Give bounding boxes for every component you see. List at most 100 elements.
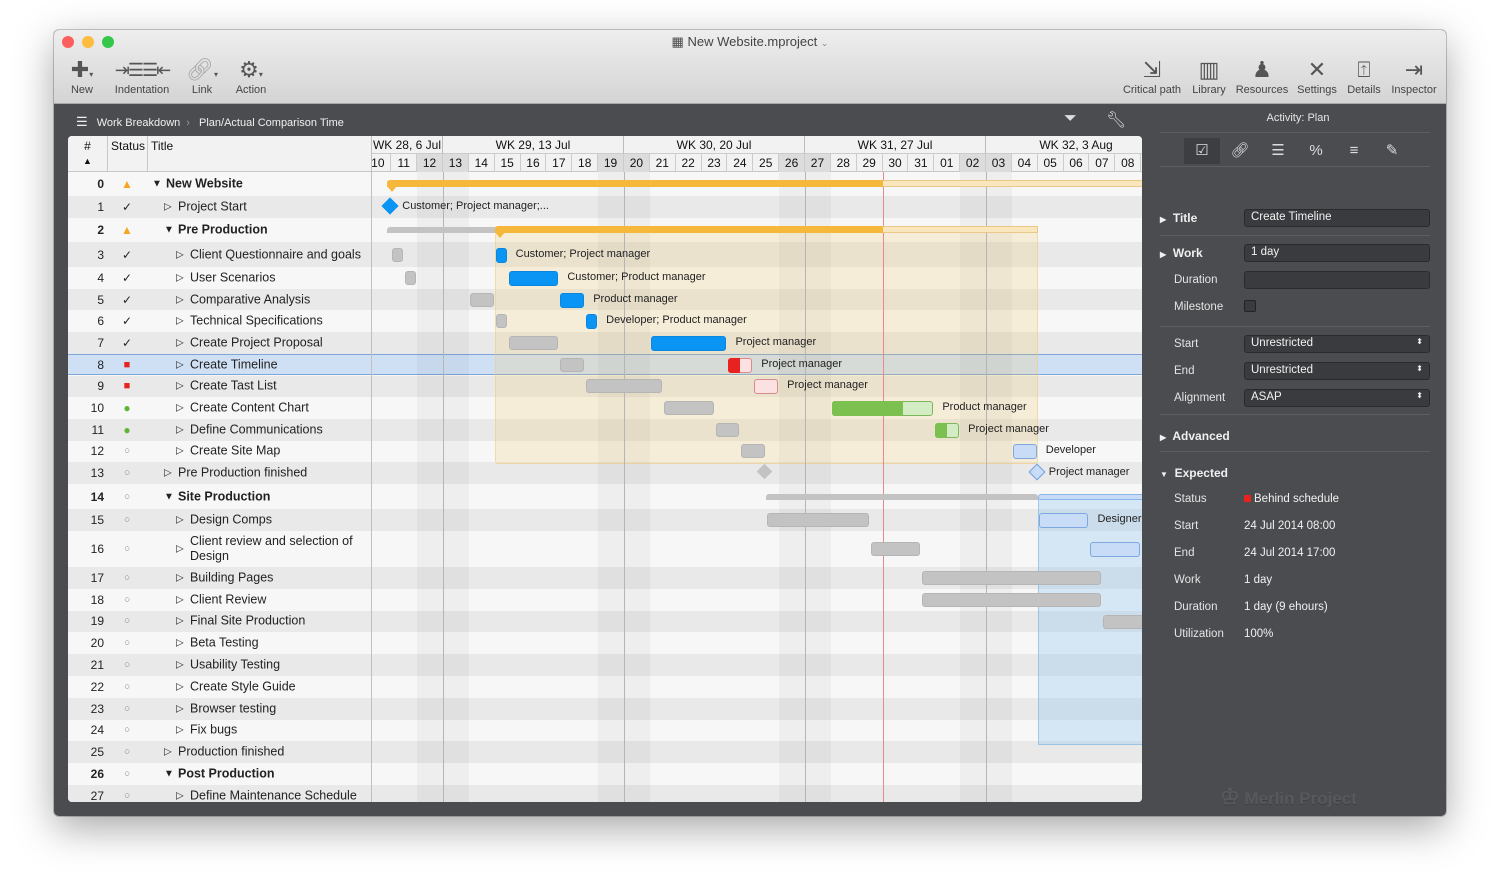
percent-tab-icon[interactable]: % <box>1298 138 1334 164</box>
column-title[interactable]: Title <box>148 136 372 172</box>
filter-icon[interactable]: ⏷ <box>1064 110 1077 128</box>
window-title[interactable]: ▦ New Website.mproject ⌄ <box>54 34 1446 50</box>
task-title[interactable]: Pre Production finished <box>178 466 368 481</box>
duration-input[interactable] <box>1244 271 1430 289</box>
disclosure-collapsed-icon[interactable]: ▷ <box>176 272 184 283</box>
task-title[interactable]: Site Production <box>178 489 368 504</box>
task-title[interactable]: Create Project Proposal <box>190 335 368 350</box>
task-title[interactable]: Define Maintenance Schedule <box>190 788 368 802</box>
alignment-select[interactable]: ASAP ⬍ <box>1244 389 1430 407</box>
title-input[interactable]: Create Timeline <box>1244 209 1430 227</box>
disclosure-collapsed-icon[interactable]: ▷ <box>176 660 184 671</box>
disclosure-collapsed-icon[interactable]: ▷ <box>176 381 184 392</box>
task-title[interactable]: Technical Specifications <box>190 314 368 329</box>
task-bar[interactable] <box>754 379 779 395</box>
breadcrumb-work-breakdown[interactable]: Work Breakdown <box>97 117 181 129</box>
new-button[interactable]: ✚▾ New <box>62 56 102 96</box>
task-title[interactable]: Production finished <box>178 745 368 760</box>
task-title[interactable]: Usability Testing <box>190 658 368 673</box>
task-title[interactable]: Building Pages <box>190 570 368 585</box>
disclosure-expanded-icon[interactable]: ▼ <box>164 491 174 502</box>
disclosure-collapsed-icon[interactable]: ▷ <box>176 249 184 260</box>
task-title[interactable]: Pre Production <box>178 223 368 238</box>
work-section[interactable]: ▶ Work <box>1160 246 1203 260</box>
task-title[interactable]: Post Production <box>178 767 368 782</box>
start-constraint-select[interactable]: Unrestricted ⬍ <box>1244 335 1430 353</box>
task-title[interactable]: New Website <box>166 177 368 192</box>
task-bar[interactable] <box>1038 513 1089 528</box>
task-title[interactable]: Project Start <box>178 200 368 215</box>
disclosure-collapsed-icon[interactable]: ▷ <box>176 572 184 583</box>
task-bar[interactable] <box>586 314 598 330</box>
task-title[interactable]: Beta Testing <box>190 636 368 651</box>
disclosure-collapsed-icon[interactable]: ▷ <box>164 468 172 479</box>
disclosure-expanded-icon[interactable]: ▼ <box>164 225 174 236</box>
library-button[interactable]: ▥ Library <box>1188 56 1230 96</box>
task-title[interactable]: Create Content Chart <box>190 401 368 416</box>
disclosure-collapsed-icon[interactable]: ▷ <box>176 616 184 627</box>
task-bar[interactable] <box>508 270 559 286</box>
settings-button[interactable]: ✕ Settings <box>1294 56 1340 96</box>
end-constraint-select[interactable]: Unrestricted ⬍ <box>1244 362 1430 380</box>
title-section[interactable]: ▶ Title <box>1160 211 1197 225</box>
work-input[interactable]: 1 day <box>1244 244 1430 262</box>
column-number[interactable]: # ▲ <box>68 136 108 172</box>
disclosure-collapsed-icon[interactable]: ▷ <box>176 515 184 526</box>
expected-section[interactable]: ▼ Expected <box>1160 466 1228 480</box>
activity-tab-icon[interactable]: ☑ <box>1184 138 1220 164</box>
task-title[interactable]: Client Questionnaire and goals <box>190 247 368 262</box>
list-tab-icon[interactable]: ≡ <box>1336 138 1372 164</box>
disclosure-collapsed-icon[interactable]: ▷ <box>176 790 184 801</box>
disclosure-collapsed-icon[interactable]: ▷ <box>176 681 184 692</box>
task-title[interactable]: Create Style Guide <box>190 679 368 694</box>
task-title[interactable]: User Scenarios <box>190 270 368 285</box>
disclosure-expanded-icon[interactable]: ▼ <box>164 769 174 780</box>
cost-tab-icon[interactable]: ☰ <box>1260 138 1296 164</box>
task-title[interactable]: Fix bugs <box>190 723 368 738</box>
task-title[interactable]: Design Comps <box>190 513 368 528</box>
task-bar[interactable] <box>560 292 585 308</box>
critical-path-button[interactable]: ⇲ Critical path <box>1120 56 1184 96</box>
task-title[interactable]: Create Timeline <box>190 357 368 372</box>
milestone-checkbox[interactable] <box>1244 300 1256 312</box>
task-title[interactable]: Create Site Map <box>190 444 368 459</box>
disclosure-collapsed-icon[interactable]: ▷ <box>176 544 184 555</box>
indentation-button[interactable]: ⇥☰☰⇤ Indentation <box>110 56 174 96</box>
disclosure-collapsed-icon[interactable]: ▷ <box>176 403 184 414</box>
disclosure-collapsed-icon[interactable]: ▷ <box>176 594 184 605</box>
breadcrumb-plan-actual[interactable]: Plan/Actual Comparison Time <box>199 117 344 129</box>
task-title[interactable]: Client Review <box>190 592 368 607</box>
disclosure-collapsed-icon[interactable]: ▷ <box>164 202 172 213</box>
disclosure-collapsed-icon[interactable]: ▷ <box>176 703 184 714</box>
inspector-button[interactable]: ⇥ Inspector <box>1388 56 1440 96</box>
task-title[interactable]: Define Communications <box>190 422 368 437</box>
notes-tab-icon[interactable]: ✎ <box>1374 138 1410 164</box>
task-title[interactable]: Client review and selection of Design <box>190 534 368 564</box>
task-bar[interactable] <box>1012 444 1037 460</box>
task-bar[interactable] <box>650 335 727 351</box>
disclosure-collapsed-icon[interactable]: ▷ <box>176 424 184 435</box>
disclosure-collapsed-icon[interactable]: ▷ <box>176 446 184 457</box>
details-button[interactable]: ⍐ Details <box>1344 56 1384 96</box>
summary-bar[interactable] <box>1037 493 1142 500</box>
disclosure-collapsed-icon[interactable]: ▷ <box>176 359 184 370</box>
disclosure-collapsed-icon[interactable]: ▷ <box>176 638 184 649</box>
milestone-diamond[interactable] <box>1028 463 1046 481</box>
wrench-icon[interactable]: 🔧︎ <box>1106 110 1126 130</box>
task-title[interactable]: Comparative Analysis <box>190 292 368 307</box>
task-bar[interactable] <box>1090 542 1141 557</box>
task-title[interactable]: Final Site Production <box>190 614 368 629</box>
disclosure-collapsed-icon[interactable]: ▷ <box>176 337 184 348</box>
task-bar[interactable] <box>495 247 507 263</box>
task-title[interactable]: Browser testing <box>190 701 368 716</box>
link-button[interactable]: 🔗︎▾ Link <box>182 56 222 96</box>
action-button[interactable]: ⚙▾ Action <box>230 56 272 96</box>
disclosure-collapsed-icon[interactable]: ▷ <box>176 316 184 327</box>
disclosure-collapsed-icon[interactable]: ▷ <box>176 725 184 736</box>
advanced-section[interactable]: ▶ Advanced <box>1160 429 1230 443</box>
task-title[interactable]: Create Tast List <box>190 379 368 394</box>
resources-button[interactable]: ♟ Resources <box>1234 56 1290 96</box>
disclosure-expanded-icon[interactable]: ▼ <box>152 179 162 190</box>
link-tab-icon[interactable]: 🔗︎ <box>1222 138 1258 164</box>
disclosure-collapsed-icon[interactable]: ▷ <box>176 294 184 305</box>
